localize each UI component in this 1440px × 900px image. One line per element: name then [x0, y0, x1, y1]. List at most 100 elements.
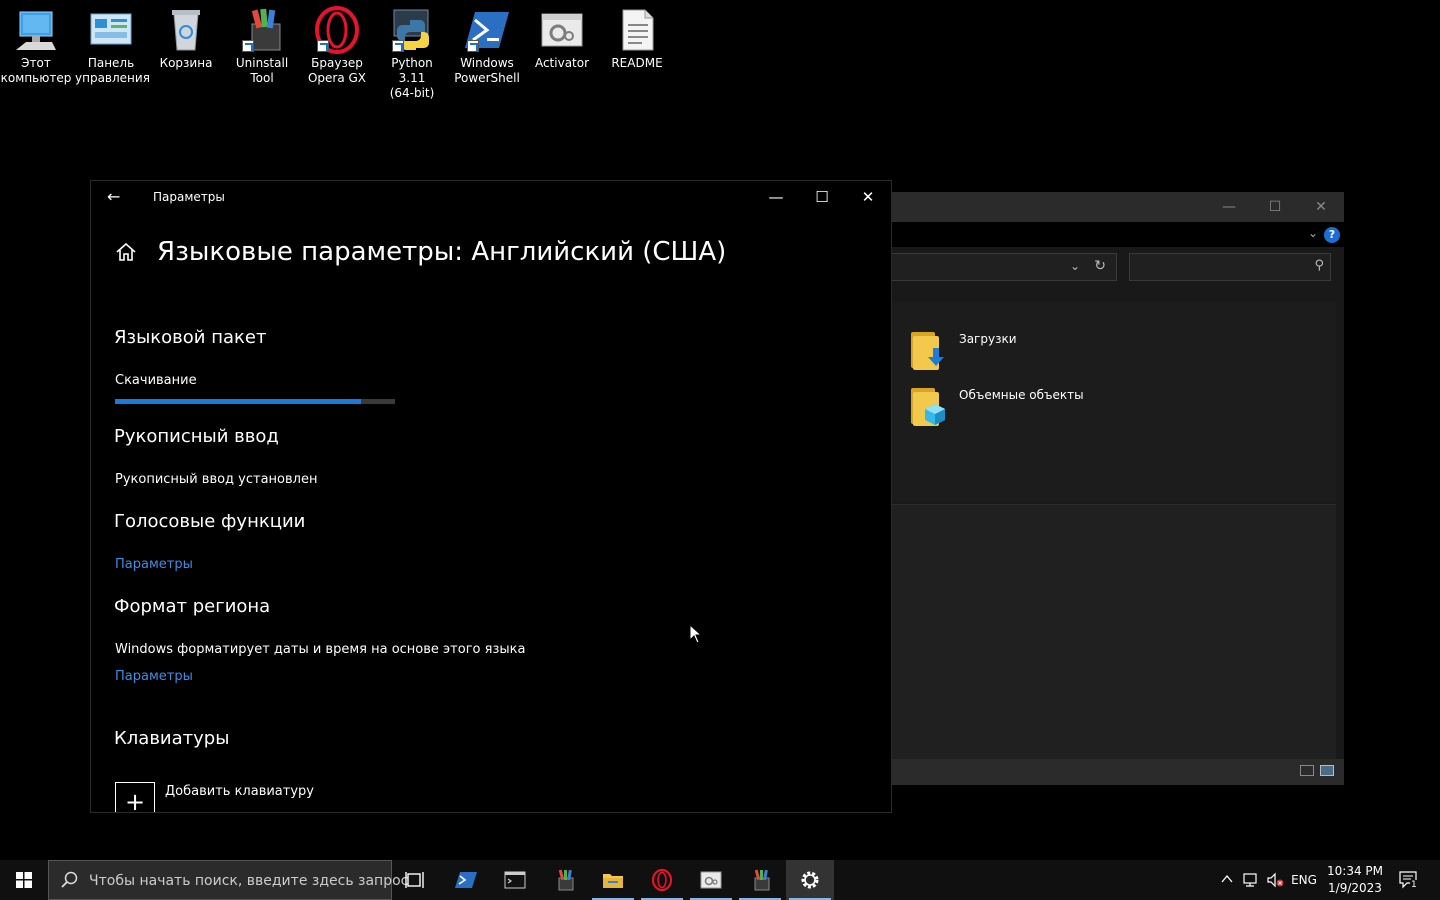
- explorer-statusbar: [891, 759, 1344, 785]
- large-icons-view-icon[interactable]: [1320, 765, 1334, 776]
- settings-close-button[interactable]: ✕: [845, 183, 891, 211]
- language-pack-heading: Языковой пакет: [114, 327, 267, 348]
- shortcut-arrow-icon: [242, 40, 254, 52]
- explorer-folder-list: Загрузки Объемные объекты: [891, 302, 1336, 502]
- desktop-icon-python[interactable]: Python 3.11 (64-bit): [376, 6, 448, 101]
- settings-minimize-button[interactable]: —: [753, 183, 799, 211]
- file-explorer-window[interactable]: — ☐ ✕ ⌄ ? ⌄ ↻ ⚲ Загрузки Объемные объект…: [891, 192, 1344, 785]
- mouse-cursor-icon: [689, 623, 703, 644]
- taskbar-clock[interactable]: 10:34 PM 1/9/2023: [1318, 863, 1392, 897]
- this-pc-icon: [12, 6, 60, 54]
- show-hidden-icons-button[interactable]: [1218, 860, 1236, 900]
- explorer-titlebar[interactable]: — ☐ ✕: [891, 192, 1344, 222]
- 3d-objects-folder-icon: [911, 386, 947, 428]
- shortcut-arrow-icon: [317, 40, 329, 52]
- activator-icon: [538, 6, 586, 54]
- file-explorer-icon: [603, 874, 623, 888]
- desktop-icon-label: Браузер Opera GX: [307, 56, 367, 85]
- taskbar-app-terminal[interactable]: [491, 860, 539, 900]
- region-format-settings-link[interactable]: Параметры: [115, 669, 193, 684]
- desktop-icon-activator[interactable]: Activator: [526, 6, 598, 71]
- search-placeholder: Чтобы начать поиск, введите здесь запрос: [89, 873, 409, 889]
- desktop-icon-uninstall-tool[interactable]: Uninstall Tool: [226, 6, 298, 86]
- back-arrow-icon[interactable]: ←: [107, 187, 120, 206]
- desktop-icon-readme[interactable]: README: [601, 6, 673, 71]
- handwriting-status: Рукописный ввод установлен: [115, 472, 318, 487]
- gear-icon: [801, 871, 819, 889]
- network-icon: [1243, 873, 1257, 887]
- add-keyboard-label[interactable]: Добавить клавиатуру: [165, 784, 314, 799]
- downloads-folder-icon: [911, 330, 947, 372]
- speech-settings-link[interactable]: Параметры: [115, 557, 193, 572]
- refresh-icon[interactable]: ↻: [1094, 258, 1106, 274]
- control-panel-icon: [87, 6, 135, 54]
- notification-count: 1: [1410, 880, 1418, 890]
- taskbar: Чтобы начать поиск, введите здесь запрос: [0, 860, 1440, 900]
- desktop-icon-opera-gx[interactable]: Браузер Opera GX: [301, 6, 373, 86]
- python-icon: [388, 6, 436, 54]
- shortcut-arrow-icon: [392, 40, 404, 52]
- settings-app-title: Параметры: [153, 190, 225, 204]
- task-view-button[interactable]: [392, 860, 440, 900]
- taskbar-app-uninstall-tool[interactable]: [540, 860, 588, 900]
- volume-tray-button[interactable]: [1264, 860, 1286, 900]
- expand-ribbon-icon[interactable]: ⌄: [1308, 226, 1318, 240]
- windows-logo-icon: [16, 872, 32, 888]
- help-icon[interactable]: ?: [1324, 227, 1340, 243]
- command-prompt-icon: [504, 871, 526, 889]
- opera-gx-icon: [313, 6, 361, 54]
- taskbar-app-opera-gx[interactable]: [638, 860, 686, 900]
- text-document-icon: [613, 6, 661, 54]
- explorer-ribbon: ⌄ ?: [891, 222, 1344, 247]
- action-center-button[interactable]: 1: [1396, 860, 1422, 900]
- explorer-maximize-button[interactable]: ☐: [1252, 192, 1298, 222]
- explorer-drives-area: [891, 504, 1336, 759]
- uninstall-tool-icon: [754, 869, 770, 891]
- add-keyboard-button[interactable]: +: [115, 782, 155, 812]
- desktop: Этот компьютер Панель управления Корзина: [0, 0, 1440, 860]
- input-language-indicator[interactable]: ENG: [1290, 860, 1318, 900]
- desktop-icon-label: Этот компьютер: [0, 56, 72, 85]
- desktop-icon-label: Windows PowerShell: [454, 56, 520, 85]
- home-icon[interactable]: [115, 241, 137, 263]
- taskbar-search-box[interactable]: Чтобы начать поиск, введите здесь запрос: [48, 860, 408, 900]
- desktop-icon-powershell[interactable]: Windows PowerShell: [451, 6, 523, 86]
- taskbar-app-powershell[interactable]: [442, 860, 490, 900]
- desktop-icon-label: Корзина: [159, 56, 213, 70]
- language-pack-status: Скачивание: [115, 373, 197, 388]
- taskbar-app-file-explorer[interactable]: [589, 860, 637, 900]
- uninstall-tool-icon: [558, 869, 574, 891]
- settings-maximize-button[interactable]: ☐: [799, 183, 845, 211]
- settings-window[interactable]: ← Параметры — ☐ ✕ Языковые параметры: Ан…: [90, 180, 892, 813]
- explorer-minimize-button[interactable]: —: [1206, 192, 1252, 222]
- volume-muted-icon: [1267, 872, 1284, 888]
- explorer-search-input[interactable]: ⚲: [1129, 253, 1331, 281]
- network-tray-button[interactable]: [1240, 860, 1262, 900]
- taskbar-app-uninstall-tool-2[interactable]: [736, 860, 784, 900]
- taskbar-app-settings[interactable]: [786, 860, 834, 900]
- progress-fill: [115, 399, 362, 404]
- speech-heading: Голосовые функции: [114, 511, 306, 532]
- shortcut-arrow-icon: [467, 40, 479, 52]
- search-icon: [61, 871, 78, 888]
- explorer-close-button[interactable]: ✕: [1298, 192, 1344, 222]
- chevron-down-icon[interactable]: ⌄: [1070, 259, 1080, 273]
- desktop-icon-control-panel[interactable]: Панель управления: [75, 6, 150, 86]
- desktop-icon-this-pc[interactable]: Этот компьютер: [0, 6, 72, 86]
- activator-icon: [700, 871, 722, 889]
- start-button[interactable]: [0, 860, 48, 900]
- settings-titlebar[interactable]: ← Параметры — ☐ ✕: [91, 181, 891, 213]
- desktop-icon-recycle-bin[interactable]: Корзина: [150, 6, 222, 71]
- desktop-icon-label: Панель управления: [75, 56, 150, 85]
- page-title: Языковые параметры: Английский (США): [157, 237, 727, 267]
- clock-time: 10:34 PM: [1327, 864, 1383, 878]
- explorer-address-bar[interactable]: ⌄ ↻: [891, 253, 1117, 281]
- recycle-bin-icon: [162, 6, 210, 54]
- search-icon: ⚲: [1314, 258, 1324, 273]
- keyboards-heading: Клавиатуры: [114, 728, 230, 749]
- powershell-icon: [463, 6, 511, 54]
- details-view-icon[interactable]: [1300, 765, 1314, 776]
- taskbar-app-activator[interactable]: [687, 860, 735, 900]
- chevron-up-icon: [1221, 874, 1233, 883]
- task-view-icon: [405, 872, 424, 888]
